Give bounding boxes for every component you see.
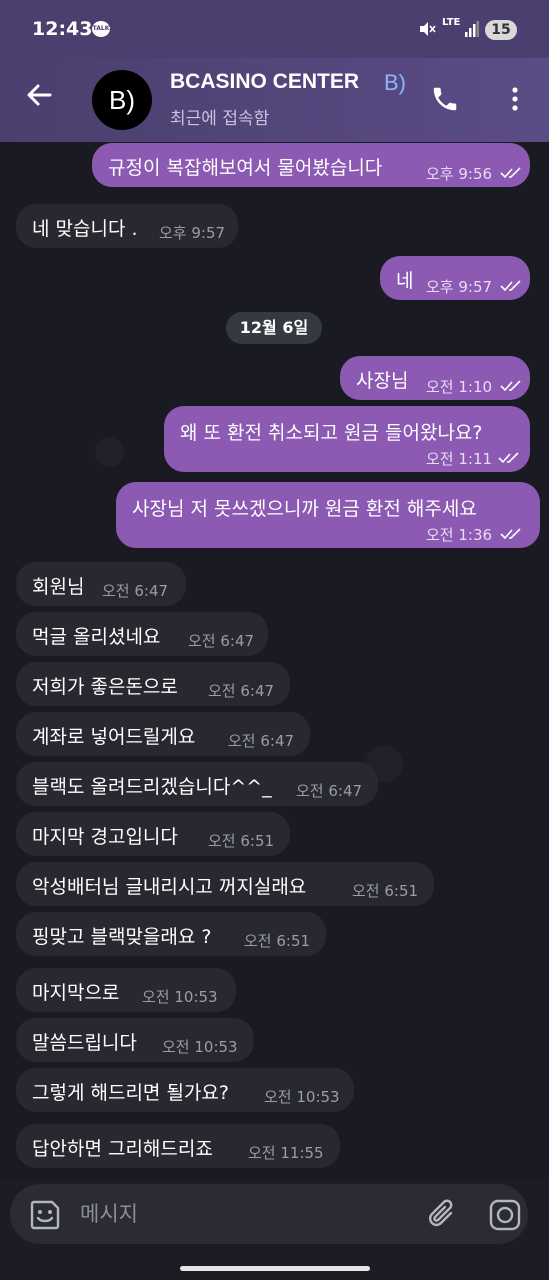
message-bubble[interactable]: 저희가 좋은돈으로 오전 6:47 xyxy=(16,662,290,706)
double-check-icon xyxy=(500,167,521,179)
message-input[interactable] xyxy=(80,1200,410,1228)
talk-icon: TALK xyxy=(92,21,110,37)
message-time: 오후 9:57 xyxy=(426,278,493,296)
message-bubble[interactable]: 회원님 오전 6:47 xyxy=(16,562,186,606)
message-time: 오전 6:47 xyxy=(188,632,255,650)
message-text: 규정이 복잡해보여서 물어봤습니다 xyxy=(108,157,383,179)
network-type: LTE xyxy=(442,17,461,28)
message-bubble[interactable]: 답안하면 그리해드리죠 오전 11:55 xyxy=(16,1124,340,1168)
date-divider: 12월 6일 xyxy=(226,312,322,344)
message-bubble[interactable]: 계좌로 넣어드릴게요 오전 6:47 xyxy=(16,712,310,756)
message-bubble[interactable]: 네 오후 9:57 xyxy=(380,256,530,300)
message-time: 오전 6:51 xyxy=(208,832,275,850)
message-text: 악성배터님 글내리시고 꺼지실래요 xyxy=(32,876,307,898)
message-bubble[interactable]: 사장님 오전 1:10 xyxy=(340,356,530,400)
chat-title[interactable]: BCASINO CENTER xyxy=(170,70,410,94)
mute-icon xyxy=(418,20,436,42)
message-text: 사장님 xyxy=(356,370,409,392)
message-text: 사장님 저 못쓰겠으니까 원금 환전 해주세요 xyxy=(132,498,477,520)
avatar[interactable]: B) xyxy=(92,70,152,130)
message-time: 오전 10:53 xyxy=(162,1038,238,1056)
message-bubble[interactable]: 왜 또 환전 취소되고 원금 들어왔나요? 오전 1:11 xyxy=(164,406,530,472)
message-text: 왜 또 환전 취소되고 원금 들어왔나요? xyxy=(180,422,483,444)
message-time: 오전 6:51 xyxy=(352,882,419,900)
status-bar: 12:43 TALK LTE 15 xyxy=(0,0,549,58)
message-text: 먹글 올리셨네요 xyxy=(32,626,161,648)
double-check-icon xyxy=(500,280,521,292)
signal-icon xyxy=(465,21,479,37)
message-time: 오전 10:53 xyxy=(142,988,218,1006)
more-vertical-icon[interactable] xyxy=(506,84,524,114)
last-seen-status: 최근에 접속함 xyxy=(170,109,270,129)
message-bubble[interactable]: 핑맞고 블랙맞을래요 ? 오전 6:51 xyxy=(16,912,326,956)
message-bubble[interactable]: 먹글 올리셨네요 오전 6:47 xyxy=(16,612,268,656)
message-text: 말씀드립니다 xyxy=(32,1032,137,1054)
message-time: 오전 10:53 xyxy=(264,1088,340,1106)
chat-title-tail: B) xyxy=(384,70,406,95)
sticker-icon[interactable] xyxy=(28,1198,62,1232)
double-check-icon xyxy=(500,380,521,392)
message-bubble[interactable]: 말씀드립니다 오전 10:53 xyxy=(16,1018,254,1062)
message-time: 오전 1:10 xyxy=(426,378,493,396)
message-bubble[interactable]: 규정이 복잡해보여서 물어봤습니다 오후 9:56 xyxy=(92,143,530,187)
phone-icon[interactable] xyxy=(430,84,460,114)
message-text: 저희가 좋은돈으로 xyxy=(32,676,178,698)
battery-indicator: 15 xyxy=(485,20,517,40)
message-bubble[interactable]: 마지막으로 오전 10:53 xyxy=(16,968,236,1012)
status-time: 12:43 xyxy=(32,18,93,40)
message-bubble[interactable]: 마지막 경고입니다 오전 6:51 xyxy=(16,812,290,856)
message-text: 계좌로 넣어드릴게요 xyxy=(32,726,196,748)
message-text: 마지막으로 xyxy=(32,982,120,1004)
message-time: 오전 6:47 xyxy=(102,582,169,600)
paperclip-icon[interactable] xyxy=(426,1198,460,1232)
message-time: 오전 11:55 xyxy=(248,1144,324,1162)
message-bubble[interactable]: 사장님 저 못쓰겠으니까 원금 환전 해주세요 오전 1:36 xyxy=(116,482,540,548)
message-time: 오전 6:51 xyxy=(244,932,311,950)
message-text: 네 맞습니다 . xyxy=(32,218,138,240)
message-bubble[interactable]: 네 맞습니다 . 오후 9:57 xyxy=(16,204,238,248)
message-bubble[interactable]: 블랙도 올려드리겠습니다^^_ 오전 6:47 xyxy=(16,762,378,806)
message-text: 핑맞고 블랙맞을래요 ? xyxy=(32,926,212,948)
message-bubble[interactable]: 악성배터님 글내리시고 꺼지실래요 오전 6:51 xyxy=(16,862,434,906)
chat-header: B) BCASINO CENTER B) 최근에 접속함 xyxy=(0,58,549,142)
message-bubble[interactable]: 그렇게 해드리면 될가요? 오전 10:53 xyxy=(16,1068,354,1112)
message-time: 오전 6:47 xyxy=(208,682,275,700)
message-text: 답안하면 그리해드리죠 xyxy=(32,1138,213,1160)
message-time: 오전 6:47 xyxy=(228,732,295,750)
double-check-icon xyxy=(500,528,521,540)
message-time: 오전 6:47 xyxy=(296,782,363,800)
message-text: 그렇게 해드리면 될가요? xyxy=(32,1082,229,1104)
message-time: 오후 9:56 xyxy=(426,165,493,183)
double-check-icon xyxy=(498,452,519,464)
message-composer xyxy=(10,1184,528,1244)
message-time: 오전 1:11 xyxy=(426,450,493,468)
message-time: 오후 9:57 xyxy=(159,224,226,242)
message-time: 오전 1:36 xyxy=(426,526,493,544)
back-arrow-icon[interactable] xyxy=(24,80,54,110)
home-indicator xyxy=(180,1266,370,1271)
camera-icon[interactable] xyxy=(488,1198,522,1232)
message-text: 네 xyxy=(396,270,414,292)
message-text: 회원님 xyxy=(32,576,85,598)
message-text: 마지막 경고입니다 xyxy=(32,826,178,848)
message-text: 블랙도 올려드리겠습니다^^_ xyxy=(32,776,272,798)
